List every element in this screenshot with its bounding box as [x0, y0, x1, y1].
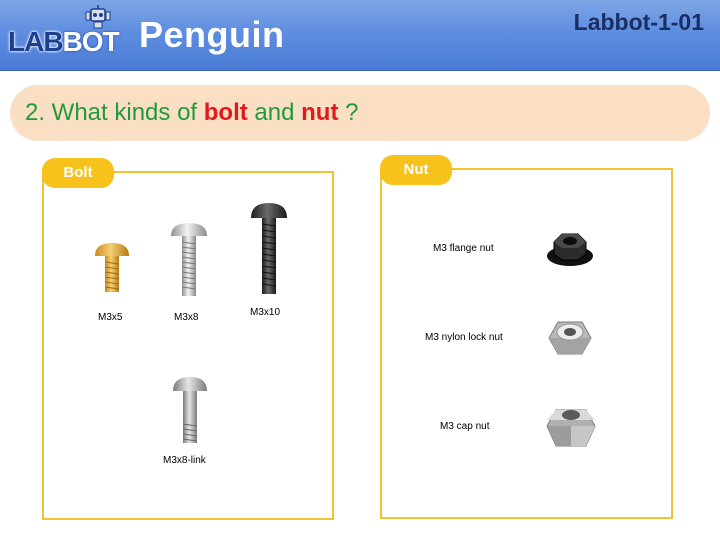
- logo-wordmark: LABBOT: [8, 26, 120, 58]
- bolt-m3x10-image: [251, 203, 287, 294]
- question-suffix: ?: [338, 99, 359, 126]
- nut-tag: Nut: [380, 155, 452, 185]
- nut-flange-image: [547, 233, 593, 266]
- nut-panel: [380, 168, 673, 519]
- labbot-logo: LABBOT: [6, 4, 120, 66]
- nut-cap-image: [546, 409, 596, 447]
- lesson-code: Labbot-1-01: [573, 9, 704, 35]
- bolt-m3x8-link-label: M3x8-link: [163, 455, 206, 466]
- logo-text-bot: BOT: [62, 26, 120, 57]
- question-banner: 2. What kinds of bolt and nut ?: [10, 85, 710, 141]
- question-text: 2. What kinds of bolt and nut ?: [25, 99, 358, 127]
- bolt-m3x8-image: [171, 223, 207, 296]
- header-bar: LABBOT Penguin Labbot-1-01: [0, 0, 720, 71]
- logo-text-lab: LAB: [8, 26, 64, 57]
- bolt-m3x10-label: M3x10: [250, 307, 281, 318]
- bolt-m3x8-label: M3x8: [174, 312, 199, 323]
- page-title: Penguin: [139, 14, 285, 55]
- question-middle: and: [247, 99, 302, 126]
- nut-cap-label: M3 cap nut: [440, 421, 490, 432]
- nut-nylon-lock-image: [548, 321, 592, 355]
- bolt-m3x5-label: M3x5: [98, 312, 123, 323]
- bolt-m3x5-image: [95, 243, 129, 292]
- bolt-tag: Bolt: [42, 158, 114, 188]
- nut-flange-label: M3 flange nut: [433, 243, 494, 254]
- question-word-nut: nut: [301, 99, 339, 126]
- nut-nylon-lock-label: M3 nylon lock nut: [425, 332, 503, 343]
- bolt-m3x8-link-image: [173, 377, 207, 443]
- question-prefix: 2. What kinds of: [25, 99, 204, 126]
- question-word-bolt: bolt: [203, 99, 248, 126]
